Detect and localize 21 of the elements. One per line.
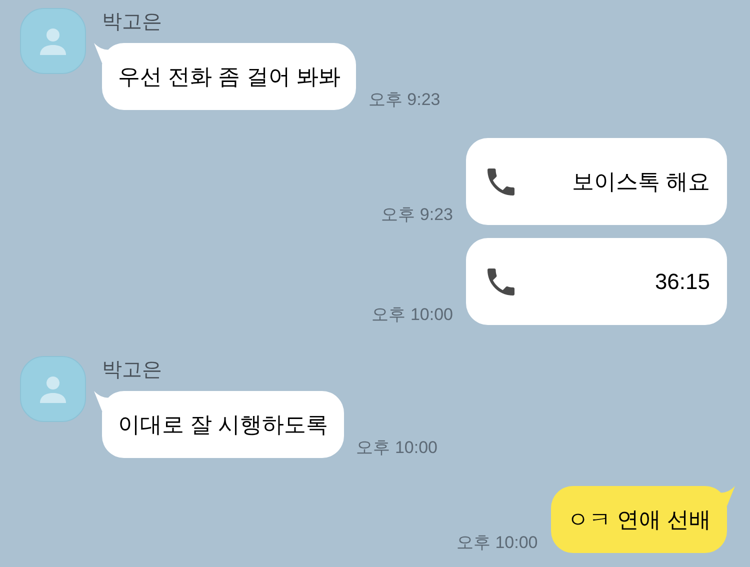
- message-text: 36:15: [654, 268, 710, 296]
- avatar[interactable]: [20, 356, 86, 422]
- message-text: 이대로 잘 시행하도록: [118, 411, 328, 439]
- message-text: 보이스톡 해요: [572, 168, 710, 196]
- message-time: 오후 9:23: [381, 204, 453, 226]
- message-text: 우선 전화 좀 걸어 봐봐: [118, 63, 340, 91]
- person-icon: [38, 26, 68, 56]
- message-time: 오후 10:00: [372, 304, 453, 326]
- message-bubble[interactable]: ㅇㅋ 연애 선배: [550, 486, 727, 553]
- message-bubble[interactable]: 이대로 잘 시행하도록: [102, 391, 344, 458]
- call-bubble[interactable]: 36:15: [466, 238, 727, 325]
- message-bubble[interactable]: 우선 전화 좀 걸어 봐봐: [102, 43, 356, 110]
- message-time: 오후 10:00: [356, 436, 438, 458]
- sender-name: 박고은: [102, 358, 163, 383]
- message-text: ㅇㅋ 연애 선배: [566, 506, 711, 534]
- person-icon: [38, 374, 68, 404]
- sender-name: 박고은: [102, 10, 163, 35]
- message-time: 오후 9:23: [368, 88, 440, 110]
- call-bubble[interactable]: 보이스톡 해요: [466, 138, 727, 225]
- message-time: 오후 10:00: [456, 532, 538, 554]
- avatar[interactable]: [20, 8, 86, 74]
